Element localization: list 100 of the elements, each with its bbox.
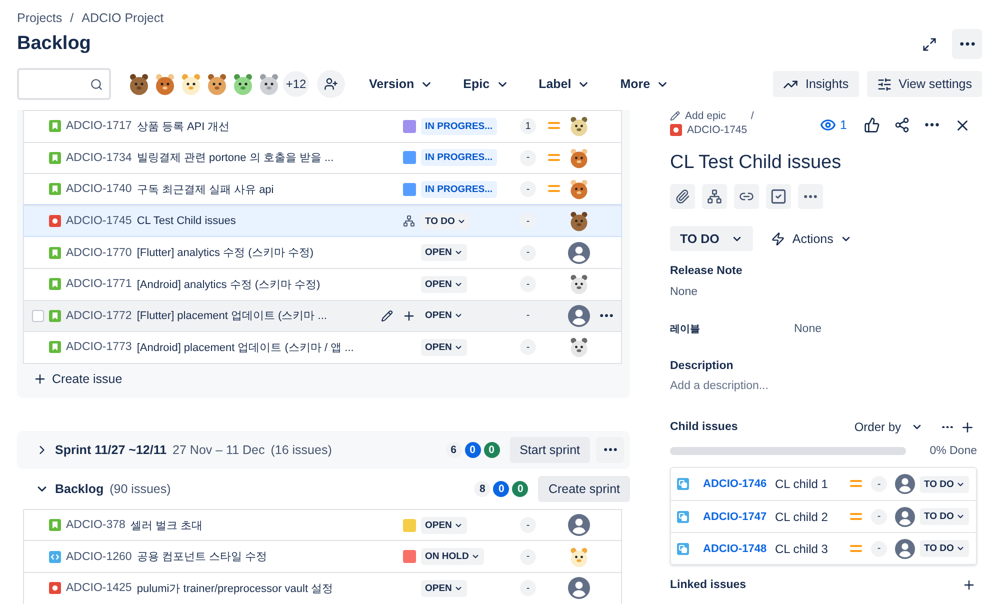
status-dropdown[interactable]: TO DO xyxy=(920,540,969,557)
issue-key[interactable]: ADCIO-1734 xyxy=(66,152,132,164)
status-dropdown[interactable]: ON HOLD xyxy=(421,548,484,566)
more-button[interactable] xyxy=(596,436,624,463)
issue-key[interactable]: ADCIO-1773 xyxy=(66,341,132,354)
search-field[interactable] xyxy=(17,68,111,100)
issue-count: 8 xyxy=(474,480,490,497)
more-button[interactable] xyxy=(798,184,823,209)
checklist-button[interactable] xyxy=(766,184,791,209)
more-people-badge[interactable]: +12 xyxy=(283,71,309,97)
status-dropdown[interactable]: OPEN xyxy=(421,244,467,262)
issue-summary: CL child 3 xyxy=(775,542,829,556)
story-points: - xyxy=(520,548,536,565)
story-points: - xyxy=(520,517,536,534)
issue-count: 0 xyxy=(464,442,481,458)
chevron-down-icon xyxy=(956,512,965,521)
issue-key[interactable]: ADCIO-378 xyxy=(66,519,126,532)
issue-key-link[interactable]: ADCIO-1748 xyxy=(703,542,775,554)
filter-dropdown[interactable]: More xyxy=(614,73,676,95)
issue-total: (90 issues) xyxy=(110,482,171,496)
issue-key[interactable]: ADCIO-1745 xyxy=(66,215,132,228)
chevron-down-icon xyxy=(956,544,965,553)
story-points: - xyxy=(520,150,536,166)
field-value[interactable]: None xyxy=(670,286,977,298)
create-issue-button[interactable]: Create issue xyxy=(23,364,132,392)
issue-key-link[interactable]: ADCIO-1745 xyxy=(687,124,748,136)
child-issue-row[interactable]: ADCIO-1748 CL child 3 - TO DO xyxy=(671,532,976,564)
issue-summary: 셀러 벌크 초대 xyxy=(130,518,203,533)
breadcrumb-link[interactable]: Projects xyxy=(17,11,62,25)
issue-key[interactable]: ADCIO-1770 xyxy=(66,246,132,259)
issue-key[interactable]: ADCIO-1772 xyxy=(66,310,132,322)
issue-summary: 빌링결제 관련 portone 의 호출을 받을 ... xyxy=(136,151,334,166)
issue-row[interactable]: ADCIO-378 셀러 벌크 초대 OPEN - xyxy=(24,508,621,540)
issue-row[interactable]: ADCIO-1740 구독 최근결제 실패 사유 api IN PROGRES... - xyxy=(24,173,621,205)
status-dropdown[interactable]: IN PROGRES... xyxy=(421,180,497,198)
story-points: - xyxy=(871,476,887,492)
toolbar-button[interactable]: View settings xyxy=(866,71,982,97)
issue-key[interactable]: ADCIO-1740 xyxy=(66,183,132,196)
status-dropdown[interactable]: TO DO xyxy=(670,226,754,251)
status-dropdown[interactable]: OPEN xyxy=(421,338,467,356)
attach-button[interactable] xyxy=(670,184,695,209)
user-avatar-icon xyxy=(895,506,915,526)
issue-key[interactable]: ADCIO-1717 xyxy=(66,120,132,132)
more-icon xyxy=(942,426,952,428)
description-field[interactable]: Add a description... xyxy=(670,380,977,392)
status-dropdown[interactable]: OPEN xyxy=(421,276,467,293)
start-sprint-button[interactable]: Start sprint xyxy=(510,436,590,463)
story-points: - xyxy=(520,580,536,596)
actions-button[interactable]: Actions xyxy=(771,232,852,246)
issue-title: CL Test Child issues xyxy=(670,152,842,174)
subtask-type-icon xyxy=(677,542,689,554)
child-issue-row[interactable]: ADCIO-1746 CL child 1 - TO DO xyxy=(671,468,976,500)
field-value[interactable]: None xyxy=(794,323,977,335)
issue-summary: CL child 2 xyxy=(775,510,829,524)
section-title: Child issues xyxy=(670,421,738,433)
sprint-name: Sprint 11/27 ~12/11 xyxy=(55,442,167,457)
field-label: Release Note xyxy=(670,265,744,277)
child-issue-row[interactable]: ADCIO-1747 CL child 2 - TO DO xyxy=(671,500,976,532)
story-points: - xyxy=(520,276,536,292)
user-avatar-icon xyxy=(895,538,915,558)
status-dropdown[interactable]: OPEN xyxy=(421,516,467,534)
issue-count: 0 xyxy=(512,480,528,497)
add-people-button[interactable] xyxy=(317,70,345,98)
issue-key[interactable]: ADCIO-1260 xyxy=(66,550,132,563)
story-points: - xyxy=(520,213,536,230)
sprint-dates: 27 Nov – 11 Dec xyxy=(172,442,265,457)
filter-dropdown[interactable]: Label xyxy=(532,73,596,95)
issue-summary: pulumi가 trainer/preprocessor vault 설정 xyxy=(136,582,334,596)
status-dropdown[interactable]: IN PROGRES... xyxy=(421,149,497,166)
order-by-dropdown[interactable]: Order by xyxy=(854,420,923,434)
more-icon xyxy=(804,194,817,198)
status-dropdown[interactable]: IN PROGRES... xyxy=(421,118,497,135)
status-dropdown[interactable]: TO DO xyxy=(421,212,470,230)
issue-key[interactable]: ADCIO-1425 xyxy=(66,582,132,594)
add-epic-link[interactable]: Add epic xyxy=(685,110,726,122)
issue-summary: CL Test Child issues xyxy=(136,215,236,228)
status-dropdown[interactable]: OPEN xyxy=(421,580,467,597)
create-sprint-button[interactable]: Create sprint xyxy=(538,476,630,502)
more-button[interactable] xyxy=(952,29,982,59)
breadcrumb-link[interactable]: ADCIO Project xyxy=(82,11,164,25)
paperclip-icon xyxy=(675,189,690,204)
status-dropdown[interactable]: TO DO xyxy=(920,508,969,525)
issue-summary: 공용 컴포넌트 스타일 수정 xyxy=(136,550,268,564)
filter-dropdown[interactable]: Epic xyxy=(457,73,515,95)
watch-button[interactable]: 1 xyxy=(816,110,851,140)
issue-row[interactable]: ADCIO-1772 [Flutter] placement 업데이트 (스키마 ... OPEN - xyxy=(24,300,621,332)
link-button[interactable] xyxy=(734,184,759,209)
section-title: Description xyxy=(670,360,734,372)
status-dropdown[interactable]: TO DO xyxy=(920,476,969,492)
issue-key-link[interactable]: ADCIO-1747 xyxy=(703,510,775,522)
child-issue-button[interactable] xyxy=(702,184,727,209)
plus-icon xyxy=(962,578,976,592)
user-avatar-icon xyxy=(895,474,915,494)
pencil-icon xyxy=(381,310,393,322)
row-checkbox[interactable] xyxy=(32,310,44,322)
toolbar-button[interactable]: Insights xyxy=(773,71,859,97)
issue-key[interactable]: ADCIO-1771 xyxy=(66,278,132,290)
filter-dropdown[interactable]: Version xyxy=(363,73,440,95)
issue-row[interactable]: ADCIO-1745 CL Test Child issues TO DO - xyxy=(24,204,621,236)
issue-key-link[interactable]: ADCIO-1746 xyxy=(703,478,775,490)
